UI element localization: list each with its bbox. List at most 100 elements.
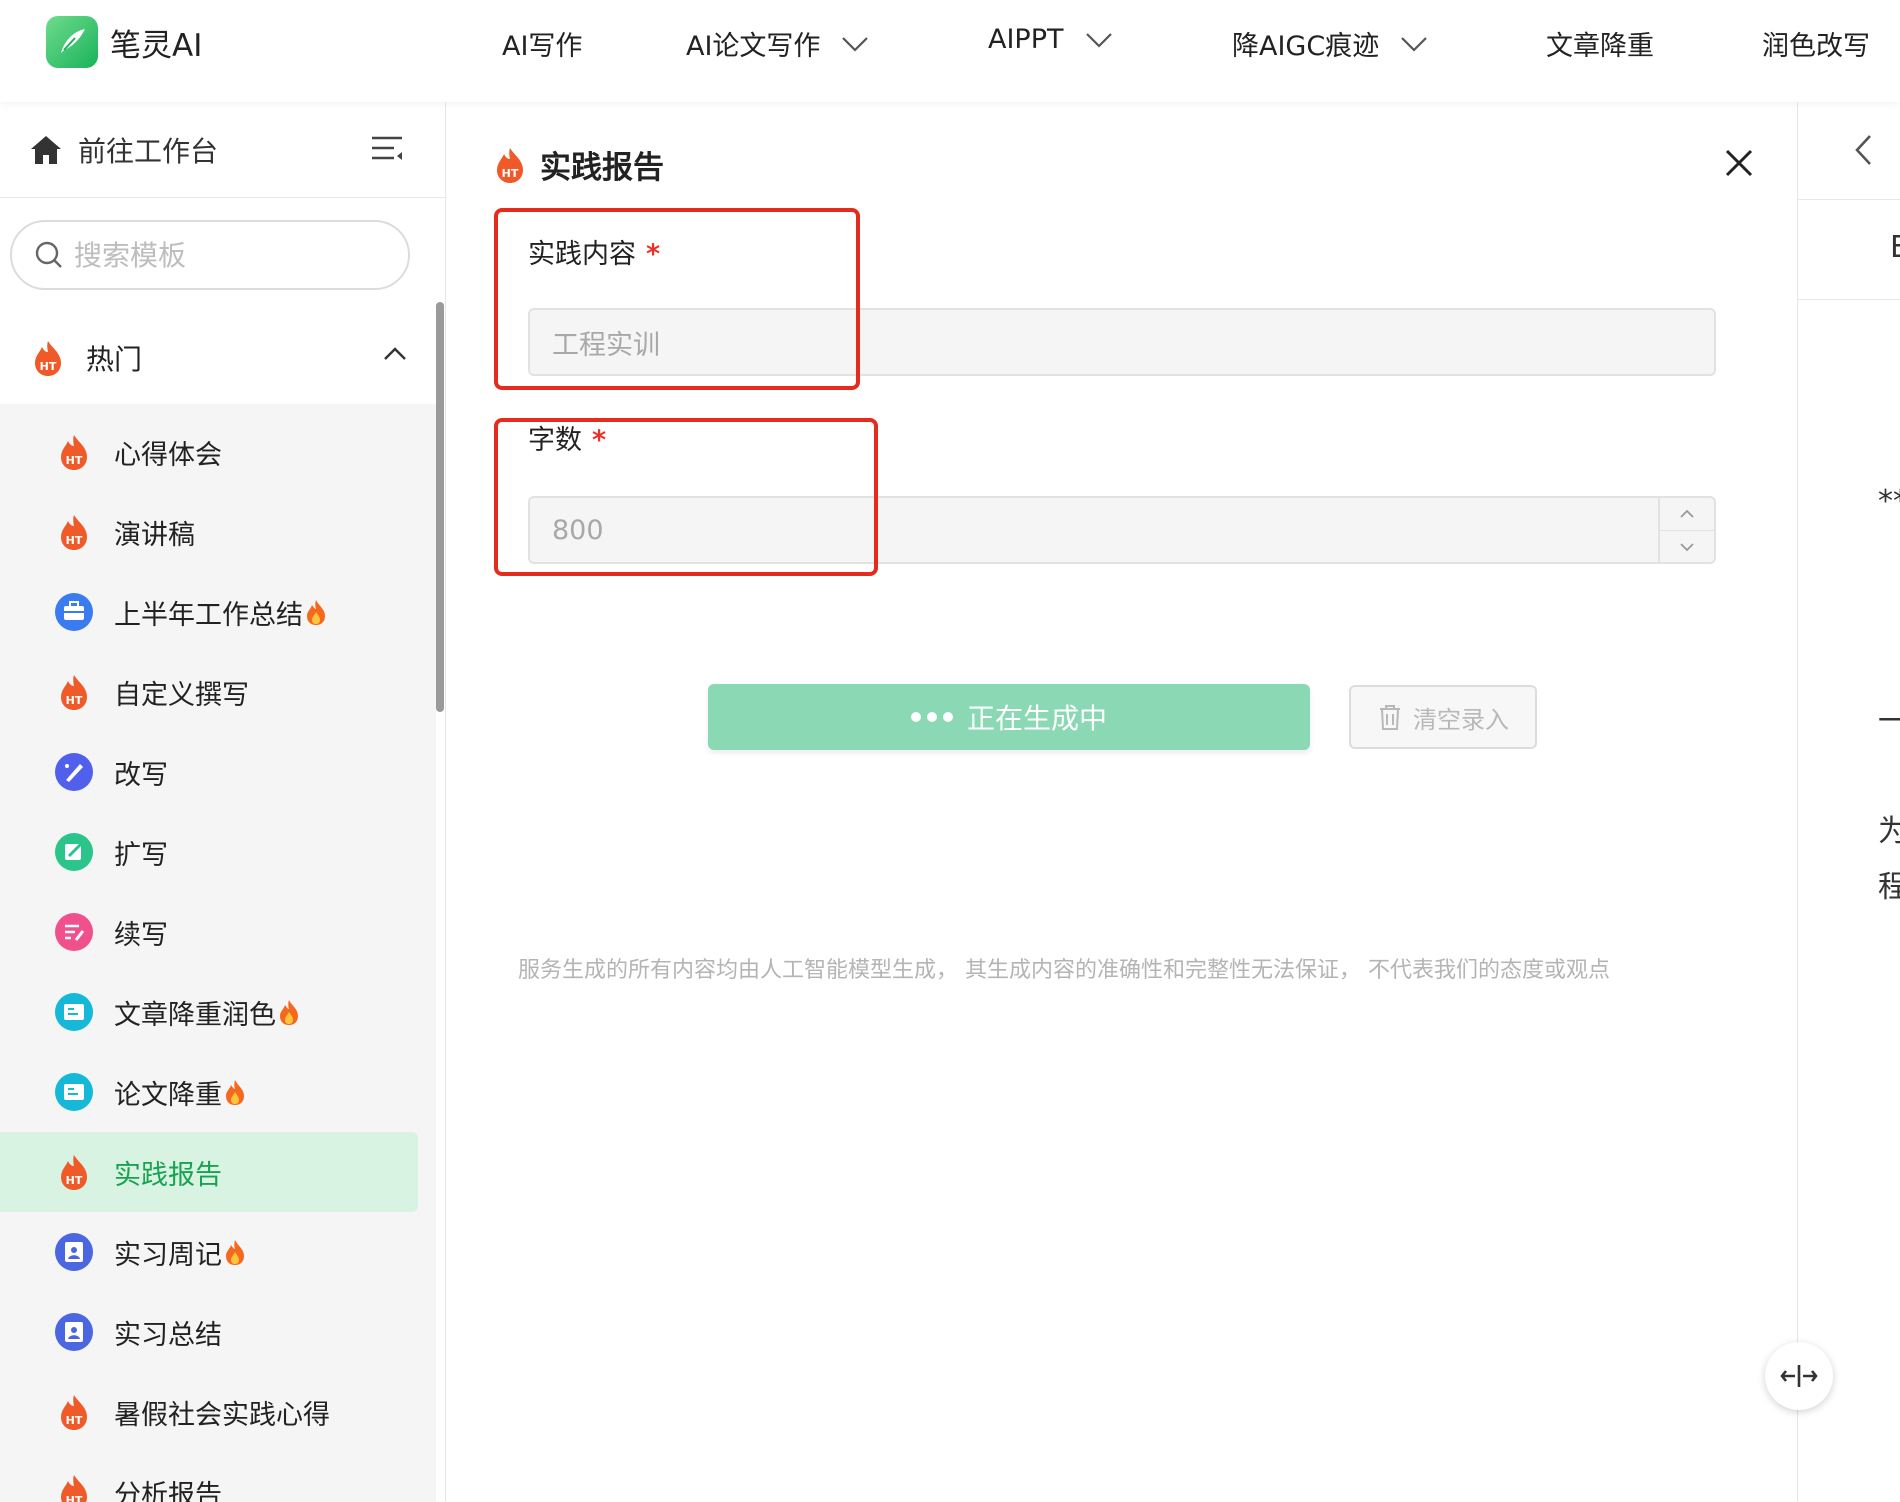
top-navigation: 笔灵AI AI写作 AI论文写作 AIPPT 降AIGC痕迹 文章降重 润色改写 xyxy=(0,0,1900,102)
sidebar-item[interactable]: 实习周记 xyxy=(0,1212,418,1292)
nav-label: 润色改写 xyxy=(1762,31,1870,62)
nav-aippt[interactable]: AIPPT xyxy=(988,24,1114,55)
highlight-box-wordcount xyxy=(494,418,878,576)
flame-ht-icon: HT xyxy=(497,147,523,183)
sidebar-item-label: 论文降重 xyxy=(114,1079,222,1111)
result-text-fragment: 一 xyxy=(1878,704,1900,739)
sidebar-item[interactable]: 上半年工作总结 xyxy=(0,572,418,652)
result-text-fragment: E xyxy=(1890,230,1900,265)
svg-text:HT: HT xyxy=(66,1494,83,1502)
sidebar-item-label: 文章降重润色 xyxy=(114,999,276,1031)
flame-ht-icon: HT xyxy=(61,1395,87,1430)
nav-label: AI论文写作 xyxy=(686,31,821,62)
nav-ai-writing[interactable]: AI写作 xyxy=(502,24,582,63)
svg-text:HT: HT xyxy=(66,534,83,547)
chevron-down-icon xyxy=(1680,542,1694,551)
sidebar-item-label: 暑假社会实践心得 xyxy=(114,1399,330,1431)
word-count-stepper[interactable] xyxy=(1658,498,1714,562)
result-panel-toolbar: E xyxy=(1798,200,1900,300)
brand-logo-icon xyxy=(46,16,98,68)
sidebar-item[interactable]: 文章降重润色 xyxy=(0,972,418,1052)
sidebar-item-label: 演讲稿 xyxy=(114,519,195,551)
nav-label: 文章降重 xyxy=(1546,31,1654,62)
result-text-fragment: 为 xyxy=(1878,814,1900,849)
sidebar-item[interactable]: 实习总结 xyxy=(0,1292,418,1372)
template-sidebar: 前往工作台 HT 热门 HT 心得体会 HT 演讲稿上半年工作总结 HT 自定义撰写改写扩… xyxy=(0,102,446,1502)
nav-article-dedupe[interactable]: 文章降重 xyxy=(1546,24,1654,63)
result-text-fragment: 程 xyxy=(1878,870,1900,905)
hot-flame-icon xyxy=(280,1000,298,1025)
sidebar-item-label: 上半年工作总结 xyxy=(114,599,303,631)
group-hot-header[interactable]: HT 热门 xyxy=(28,338,408,378)
sidebar-item-label: 分析报告 xyxy=(114,1479,222,1502)
flame-ht-icon: HT xyxy=(61,435,87,470)
result-panel-header xyxy=(1798,102,1900,200)
resize-horizontal-icon xyxy=(1780,1365,1818,1387)
generate-label: 正在生成中 xyxy=(966,702,1107,735)
template-list: HT 心得体会 HT 演讲稿上半年工作总结 HT 自定义撰写改写扩写续写文章降重润色 论文降… xyxy=(0,404,436,1502)
svg-text:HT: HT xyxy=(40,360,57,373)
chevron-down-icon xyxy=(842,36,869,52)
sidebar-item-label: 扩写 xyxy=(114,839,168,871)
sidebar-item[interactable]: 续写 xyxy=(0,892,418,972)
document-card-icon xyxy=(55,993,93,1031)
ai-disclaimer: 服务生成的所有内容均由人工智能模型生成， 其生成内容的准确性和完整性无法保证， … xyxy=(518,958,1610,983)
stepper-up[interactable] xyxy=(1660,498,1714,530)
brand[interactable]: 笔灵AI xyxy=(46,16,202,68)
nav-label: AIPPT xyxy=(988,24,1064,55)
sidebar-item[interactable]: HT 分析报告 xyxy=(0,1452,418,1502)
edit-note-icon xyxy=(55,833,93,871)
generating-button[interactable]: 正在生成中 xyxy=(708,684,1310,750)
briefcase-icon xyxy=(55,593,93,631)
document-card-icon xyxy=(55,1073,93,1111)
sidebar-item-label: 实习周记 xyxy=(114,1239,222,1271)
flame-ht-icon: HT xyxy=(61,1475,87,1502)
template-search[interactable] xyxy=(10,220,410,290)
report-person-icon xyxy=(55,1233,93,1271)
panel-resize-handle[interactable] xyxy=(1765,1342,1833,1410)
sidebar-item[interactable]: 改写 xyxy=(0,732,418,812)
search-input[interactable] xyxy=(74,238,394,272)
pen-nib-icon xyxy=(55,753,93,791)
nav-polish-rewrite[interactable]: 润色改写 xyxy=(1762,24,1870,63)
sidebar-scrollbar[interactable] xyxy=(436,302,444,712)
sidebar-item[interactable]: HT 暑假社会实践心得 xyxy=(0,1372,418,1452)
result-text-fragment: ** xyxy=(1878,484,1900,519)
form-title-text: 实践报告 xyxy=(540,150,664,186)
svg-text:HT: HT xyxy=(66,454,83,467)
sidebar-item-label: 改写 xyxy=(114,759,168,791)
sidebar-item[interactable]: 扩写 xyxy=(0,812,418,892)
nav-ai-paper-writing[interactable]: AI论文写作 xyxy=(686,24,870,63)
flame-ht-icon: HT xyxy=(35,341,61,376)
sidebar-header: 前往工作台 xyxy=(0,102,446,198)
stepper-down[interactable] xyxy=(1660,530,1714,562)
loading-dots-icon xyxy=(910,712,953,722)
chevron-up-icon xyxy=(1680,509,1694,518)
nav-reduce-aigc[interactable]: 降AIGC痕迹 xyxy=(1232,24,1429,63)
sidebar-item[interactable]: HT 心得体会 xyxy=(0,412,418,492)
form-title: HT 实践报告 xyxy=(490,142,664,187)
chevron-left-icon[interactable] xyxy=(1852,132,1874,168)
svg-text:HT: HT xyxy=(502,167,519,180)
brand-name: 笔灵AI xyxy=(110,27,203,64)
nav-label: AI写作 xyxy=(502,31,583,62)
flame-ht-icon: HT xyxy=(61,675,87,710)
flame-ht-icon: HT xyxy=(61,515,87,550)
svg-text:HT: HT xyxy=(66,1414,83,1427)
clear-input-button[interactable]: 清空录入 xyxy=(1349,685,1537,749)
hot-flame-icon xyxy=(226,1240,244,1265)
search-icon xyxy=(35,241,62,268)
clear-label: 清空录入 xyxy=(1413,705,1509,734)
sidebar-item[interactable]: HT 演讲稿 xyxy=(0,492,418,572)
close-icon[interactable] xyxy=(1722,146,1756,180)
chevron-down-icon xyxy=(1085,32,1112,48)
sidebar-item-label: 心得体会 xyxy=(114,439,222,471)
continue-write-icon xyxy=(55,913,93,951)
go-to-workbench-link[interactable]: 前往工作台 xyxy=(28,130,218,170)
result-panel: E ** 一 为 程 xyxy=(1797,102,1900,1502)
collapse-menu-icon[interactable] xyxy=(370,132,404,166)
sidebar-item[interactable]: HT 实践报告 xyxy=(0,1132,418,1212)
sidebar-item-label: 实习总结 xyxy=(114,1319,222,1351)
sidebar-item[interactable]: HT 自定义撰写 xyxy=(0,652,418,732)
sidebar-item[interactable]: 论文降重 xyxy=(0,1052,418,1132)
